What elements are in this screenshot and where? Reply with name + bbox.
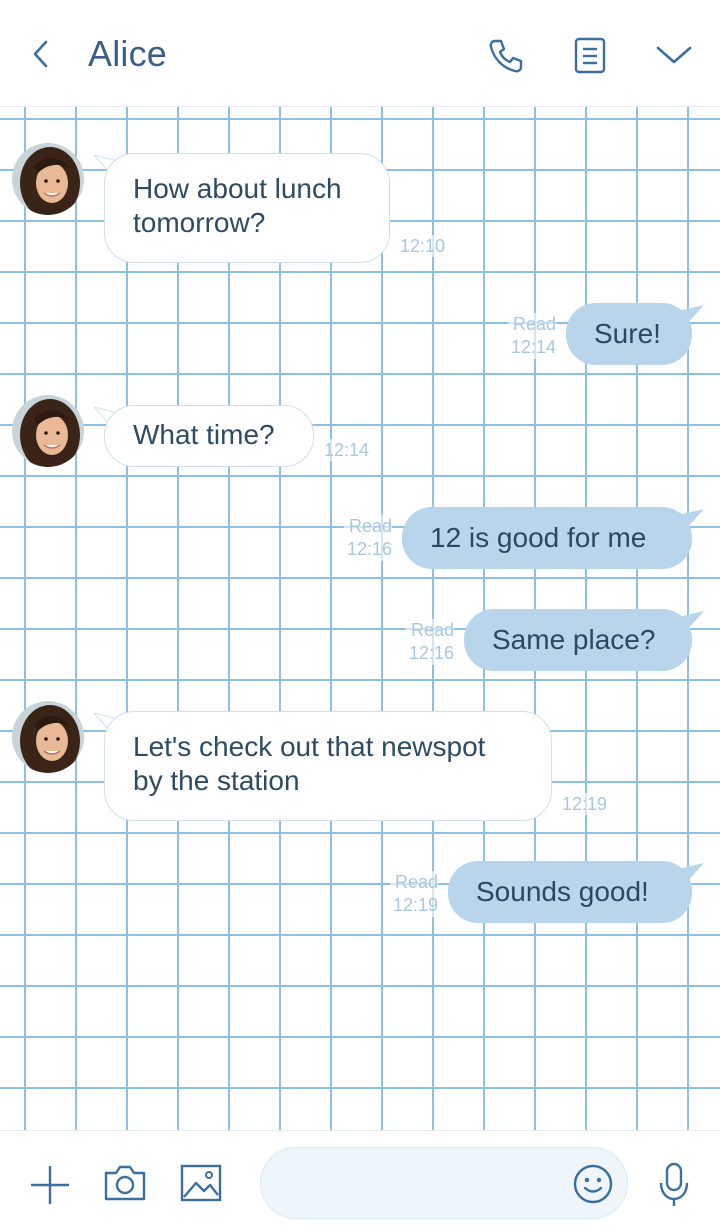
message-bubble-outgoing[interactable]: 12 is good for me <box>402 507 692 569</box>
read-receipt: Read <box>394 872 438 892</box>
bubble-tail <box>678 611 704 631</box>
message-meta: Read 12:16 <box>344 515 392 561</box>
message-text: Same place? <box>492 624 656 655</box>
read-receipt: Read <box>512 314 556 334</box>
message-bubble-incoming[interactable]: Let's check out that newspot by the stat… <box>104 711 552 821</box>
message-text: Sounds good! <box>476 876 649 907</box>
bubble-tail <box>678 509 704 529</box>
message-bubble-incoming[interactable]: What time? <box>104 405 314 467</box>
message-bubble-incoming[interactable]: How about lunch tomorrow? <box>104 153 390 263</box>
avatar[interactable] <box>12 701 84 773</box>
read-receipt: Read <box>348 516 392 536</box>
message-text: by the station <box>133 765 300 796</box>
chat-area[interactable]: How about lunch tomorrow? 12:10 Read 12:… <box>0 107 720 1130</box>
message-meta: Read 12:14 <box>508 313 556 359</box>
message-time: 12:16 <box>346 539 392 559</box>
read-receipt: Read <box>410 620 454 640</box>
message-meta: Read 12:19 <box>390 871 438 917</box>
message-bubble-outgoing[interactable]: Sure! <box>566 303 692 365</box>
microphone-icon[interactable] <box>656 1161 692 1209</box>
message-text: 12 is good for me <box>430 522 647 553</box>
avatar[interactable] <box>12 395 84 467</box>
message-time: 12:19 <box>562 793 608 815</box>
camera-icon[interactable] <box>102 1163 148 1203</box>
plus-icon[interactable] <box>28 1163 72 1207</box>
chat-title: Alice <box>88 33 168 74</box>
message-time: 12:16 <box>408 643 454 663</box>
message-text: Sure! <box>594 318 661 349</box>
message-time: 12:14 <box>510 337 556 357</box>
message-meta: Read 12:16 <box>406 619 454 665</box>
smiley-icon[interactable] <box>572 1163 614 1205</box>
message-bubble-outgoing[interactable]: Sounds good! <box>448 861 692 923</box>
bubble-tail <box>678 305 704 325</box>
composer-bar <box>0 1130 720 1232</box>
message-time: 12:10 <box>400 235 446 257</box>
chat-header: Alice <box>0 0 720 107</box>
message-text: What time? <box>133 419 275 450</box>
message-text: tomorrow? <box>133 207 266 238</box>
notes-icon[interactable] <box>572 36 608 76</box>
chevron-down-icon[interactable] <box>654 40 694 68</box>
avatar[interactable] <box>12 143 84 215</box>
image-icon[interactable] <box>178 1163 224 1203</box>
back-chevron-icon[interactable] <box>28 38 56 70</box>
phone-icon[interactable] <box>486 36 526 76</box>
message-bubble-outgoing[interactable]: Same place? <box>464 609 692 671</box>
bubble-tail <box>678 863 704 883</box>
message-text: Let's check out that newspot <box>133 731 486 762</box>
message-text: How about lunch <box>133 173 342 204</box>
message-time: 12:14 <box>324 439 370 461</box>
message-time: 12:19 <box>392 895 438 915</box>
